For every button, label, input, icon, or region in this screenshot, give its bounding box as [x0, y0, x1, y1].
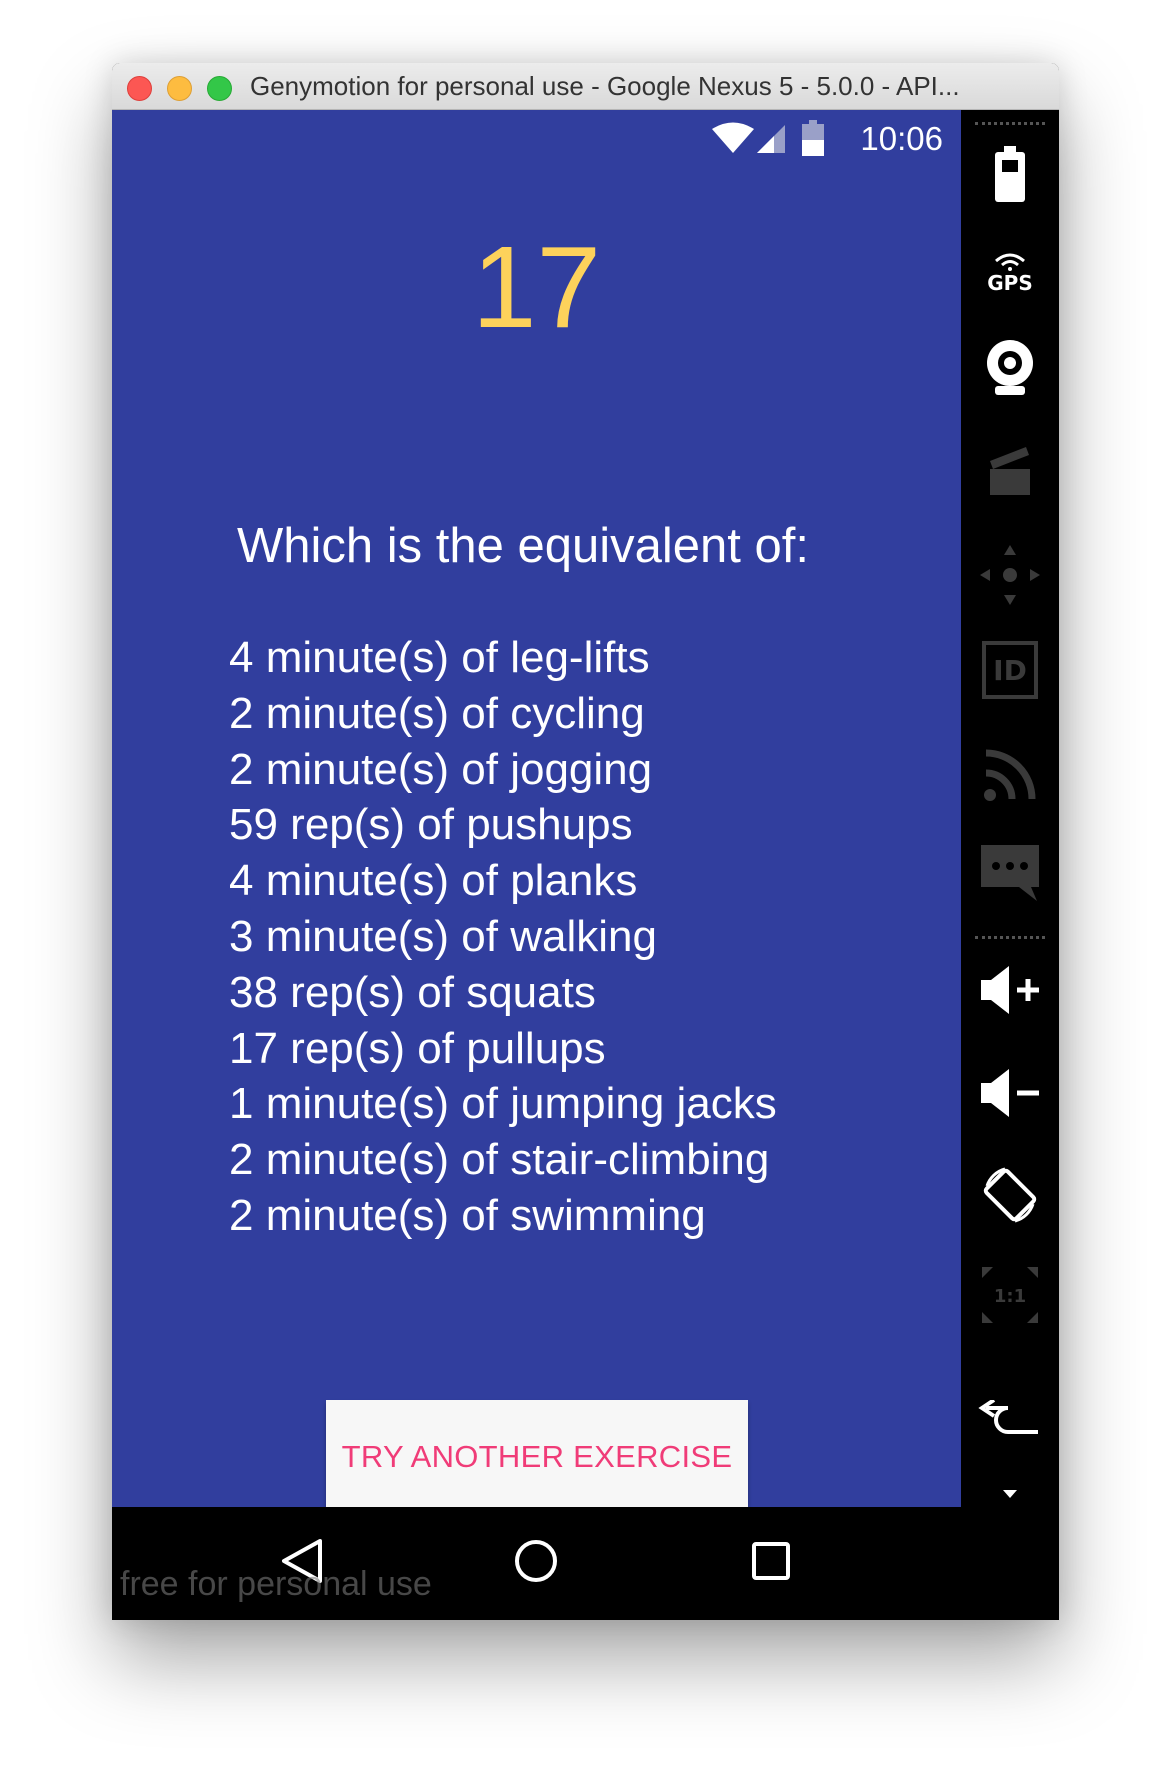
- try-another-exercise-button[interactable]: TRY ANOTHER EXERCISE: [326, 1400, 748, 1507]
- close-window-button[interactable]: [127, 76, 152, 101]
- list-item: 17 rep(s) of pullups: [229, 1023, 606, 1073]
- emulator-side-panel: GPS ID 1:1: [961, 110, 1059, 1620]
- equivalent-counter: 17: [471, 222, 602, 352]
- volume-down-icon[interactable]: [975, 1058, 1045, 1128]
- dpad-widget-icon[interactable]: [975, 540, 1045, 610]
- battery-widget-icon[interactable]: [975, 140, 1045, 210]
- rotate-screen-icon[interactable]: [975, 1160, 1045, 1230]
- list-item: 38 rep(s) of squats: [229, 967, 596, 1017]
- gps-label: GPS: [987, 271, 1033, 295]
- list-item: 2 minute(s) of swimming: [229, 1190, 706, 1240]
- sms-widget-icon[interactable]: [975, 838, 1045, 908]
- screencast-widget-icon[interactable]: [975, 435, 1045, 505]
- emulator-window: Genymotion for personal use - Google Nex…: [112, 63, 1059, 1620]
- personal-use-watermark: free for personal use: [120, 1565, 432, 1603]
- list-item: 1 minute(s) of jumping jacks: [229, 1079, 777, 1129]
- return-icon[interactable]: [975, 1390, 1045, 1450]
- android-nav-bar: free for personal use: [112, 1507, 961, 1620]
- gps-widget-icon[interactable]: GPS: [975, 238, 1045, 308]
- list-item: 2 minute(s) of jogging: [229, 744, 653, 794]
- list-item: 4 minute(s) of planks: [229, 856, 638, 906]
- webcam-widget-icon[interactable]: [975, 332, 1045, 402]
- list-item: 2 minute(s) of stair-climbing: [229, 1135, 770, 1185]
- list-item: 2 minute(s) of cycling: [229, 688, 645, 738]
- status-bar: 10:06: [112, 110, 961, 172]
- equivalent-heading: Which is the equivalent of:: [237, 519, 809, 573]
- battery-icon: [802, 120, 824, 160]
- status-time: 10:06: [860, 120, 943, 157]
- phone-screen: 10:06 17 Which is the equivalent of: 4 m…: [112, 110, 961, 1507]
- recents-nav-icon[interactable]: [750, 1537, 792, 1589]
- window-title: Genymotion for personal use - Google Nex…: [250, 71, 960, 101]
- list-item: 3 minute(s) of walking: [229, 911, 657, 961]
- id-label: ID: [982, 641, 1038, 699]
- home-nav-icon[interactable]: [513, 1537, 559, 1589]
- cell-signal-icon: [757, 122, 787, 158]
- panel-divider: [975, 936, 1045, 943]
- expand-more-icon[interactable]: [975, 1480, 1045, 1510]
- list-item: 4 minute(s) of leg-lifts: [229, 633, 650, 682]
- window-titlebar: Genymotion for personal use - Google Nex…: [112, 63, 1059, 110]
- wifi-icon: [712, 122, 754, 158]
- pixel-perfect-icon[interactable]: 1:1: [975, 1260, 1045, 1330]
- network-widget-icon[interactable]: [975, 740, 1045, 810]
- minimize-window-button[interactable]: [167, 76, 192, 101]
- panel-divider: [975, 122, 1045, 129]
- volume-up-icon[interactable]: [975, 955, 1045, 1025]
- device-id-widget-icon[interactable]: ID: [975, 635, 1045, 705]
- zoom-window-button[interactable]: [207, 76, 232, 101]
- ratio-label: 1:1: [994, 1286, 1026, 1307]
- list-item: 59 rep(s) of pushups: [229, 800, 633, 850]
- exercise-equivalents-list: 4 minute(s) of leg-lifts 2 minute(s) of …: [229, 630, 777, 1244]
